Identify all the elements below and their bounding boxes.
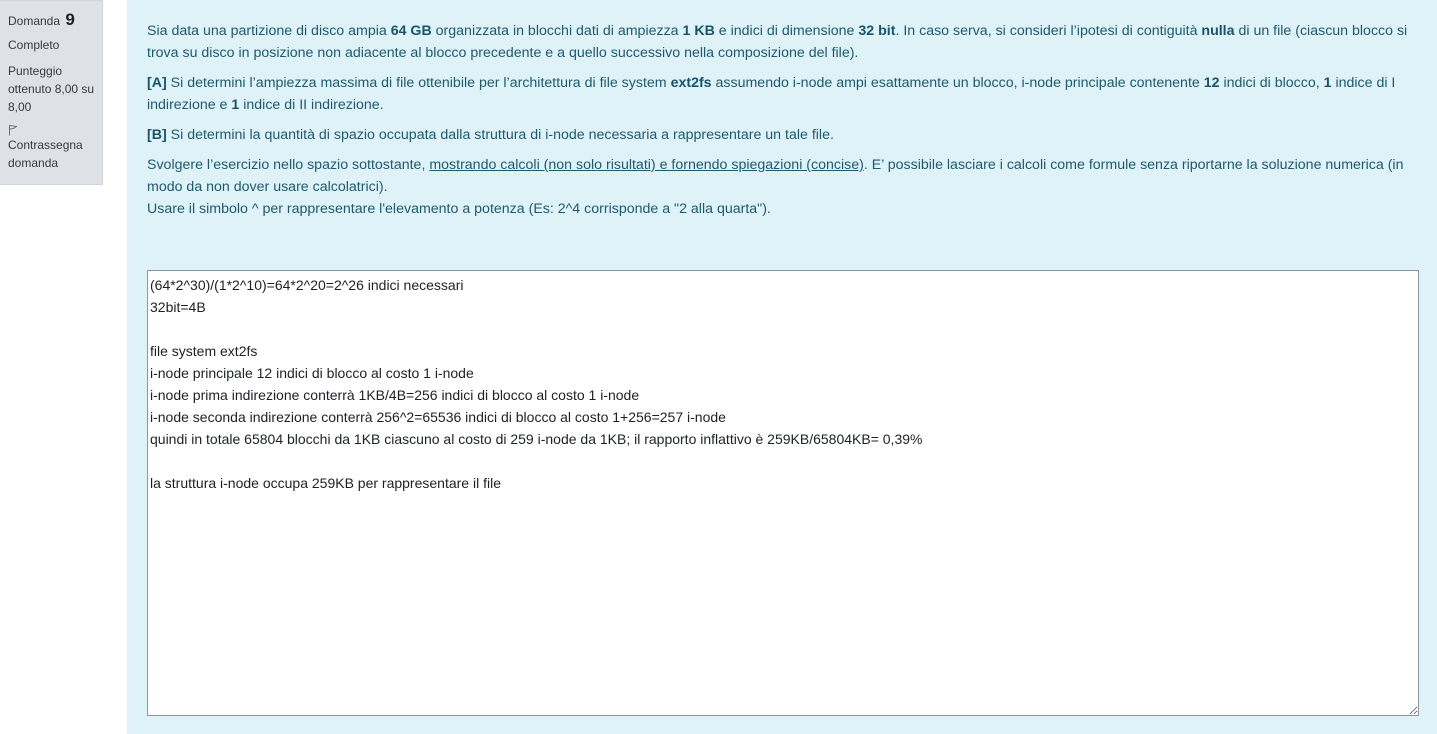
question-paragraph-instructions: Svolgere l’esercizio nello spazio sottos…	[147, 157, 1404, 217]
question-paragraph-b: [B] Si determini la quantità di spazio o…	[147, 127, 834, 143]
flag-question-label: Contrassegna domanda	[8, 138, 83, 170]
question-paragraph-intro: Sia data una partizione di disco ampia 6…	[147, 23, 1408, 61]
question-state: Completo	[8, 38, 60, 52]
question-content: Sia data una partizione di disco ampia 6…	[127, 0, 1437, 734]
question-grade: Punteggio ottenuto 8,00 su 8,00	[8, 64, 95, 114]
question-number-line: Domanda 9	[8, 9, 102, 31]
quiz-page: Domanda 9 Completo Punteggio ottenuto 8,…	[0, 0, 1437, 734]
question-paragraph-a: [A] Si determini l’ampiezza massima di f…	[147, 75, 1396, 113]
question-label: Domanda	[8, 14, 61, 28]
flag-question-button[interactable]: Contrassegna domanda	[8, 124, 102, 172]
question-info-panel: Domanda 9 Completo Punteggio ottenuto 8,…	[0, 0, 103, 185]
flag-icon	[9, 125, 17, 136]
question-text: Sia data una partizione di disco ampia 6…	[147, 20, 1417, 228]
answer-textarea[interactable]: (64*2^30)/(1*2^10)=64*2^20=2^26 indici n…	[147, 270, 1419, 716]
question-number: 9	[65, 10, 75, 29]
